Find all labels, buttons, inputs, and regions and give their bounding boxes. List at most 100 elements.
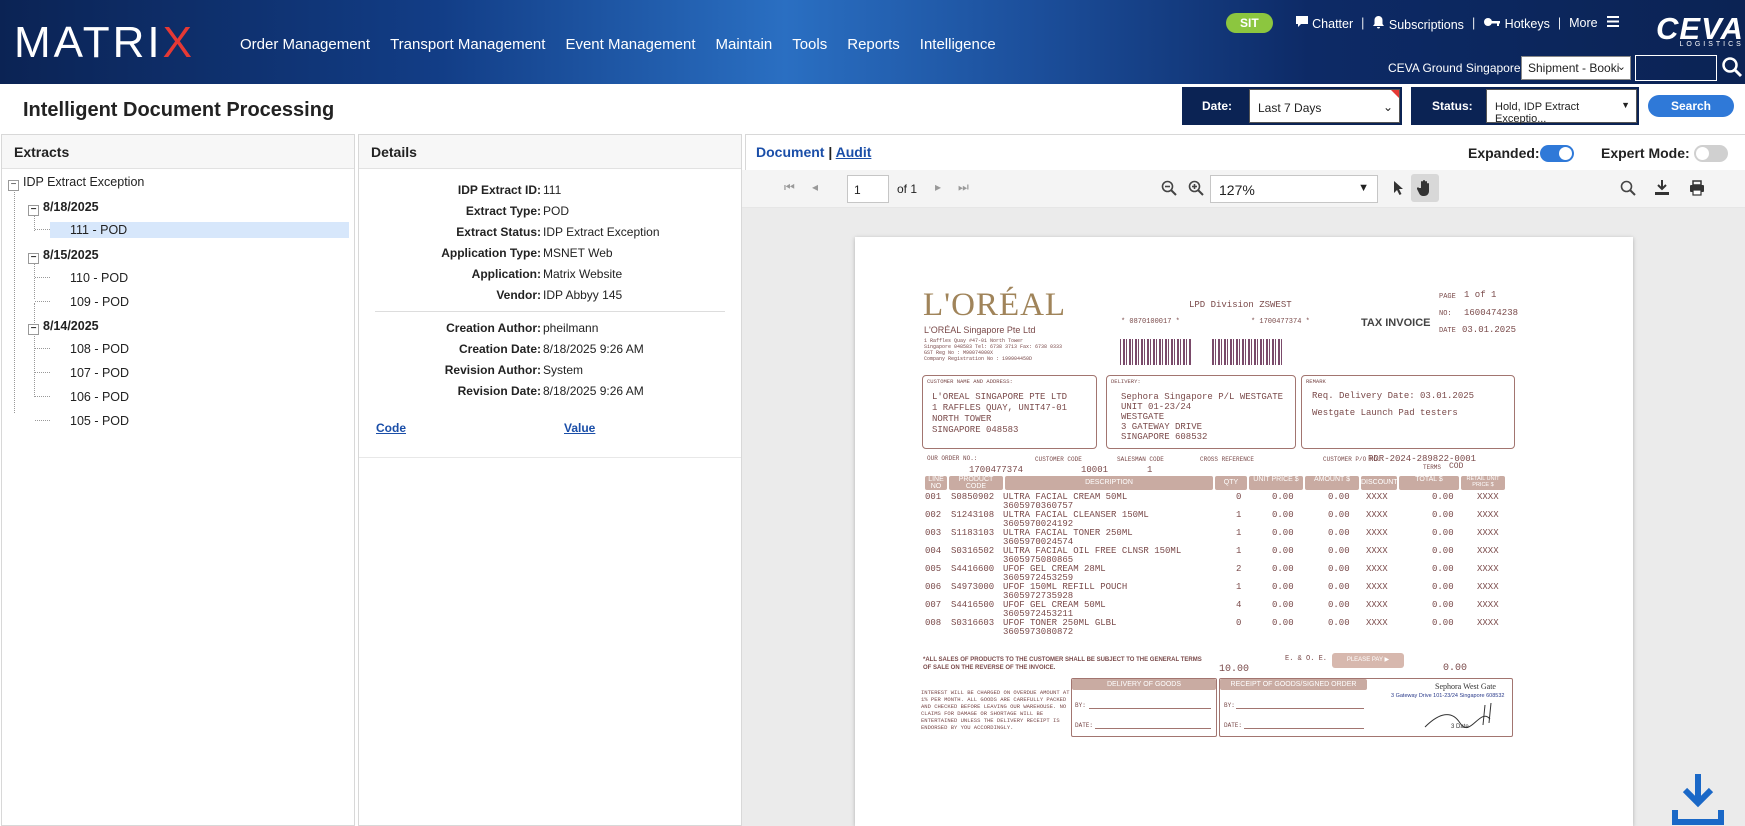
invoice-line-cell: 0.00 <box>1272 582 1294 592</box>
tree-item-109-pod[interactable]: 109 - POD <box>70 295 129 309</box>
prev-page-icon[interactable]: ◂ <box>812 180 818 194</box>
invoice-line-cell: 004 <box>925 546 942 556</box>
tree-item-108-pod[interactable]: 108 - POD <box>70 342 129 356</box>
print-icon[interactable] <box>1689 180 1705 196</box>
collapse-icon[interactable]: − <box>28 253 39 264</box>
download-document-icon[interactable] <box>1671 772 1725 826</box>
terms-note: *ALL SALES OF PRODUCTS TO THE CUSTOMER S… <box>923 657 1202 671</box>
zoom-in-icon[interactable] <box>1188 180 1204 196</box>
tree-group-8-15-2025[interactable]: −8/15/2025 <box>28 248 99 264</box>
tree-item-110-pod[interactable]: 110 - POD <box>70 271 128 285</box>
expanded-label: Expanded: <box>1468 145 1540 161</box>
invoice-line-cell: XXXX <box>1366 618 1388 628</box>
expanded-toggle[interactable] <box>1540 145 1574 162</box>
invoice-line-cell: 1 <box>1236 510 1242 520</box>
tab-document[interactable]: Document <box>756 144 824 160</box>
invoice-line-cell: 0.00 <box>1432 600 1454 610</box>
value-column-header[interactable]: Value <box>564 421 595 435</box>
tree-group-8-18-2025[interactable]: −8/18/2025 <box>28 200 99 216</box>
invoice-line-cell: 006 <box>925 582 942 592</box>
tree-item-107-pod[interactable]: 107 - POD <box>70 366 129 380</box>
zoom-out-icon[interactable] <box>1161 180 1177 196</box>
find-icon[interactable] <box>1620 180 1636 196</box>
field-vendor: Vendor: IDP Abbyy 145 <box>496 288 623 302</box>
header-search-input[interactable] <box>1635 55 1717 81</box>
utility-links: SIT Chatter | Subscriptions | Hotkeys | … <box>1226 13 1620 33</box>
code-column-header[interactable]: Code <box>376 421 406 435</box>
hotkeys-link[interactable]: Hotkeys <box>1483 16 1550 31</box>
extracts-panel: Extracts − IDP Extract Exception −8/18/20… <box>1 134 355 826</box>
last-page-icon[interactable]: ⏭ <box>958 180 969 195</box>
ceva-logo: CEVA LOGISTICS <box>1656 11 1744 48</box>
status-select[interactable]: Hold, IDP Extract Exceptio... ▼ <box>1486 89 1637 125</box>
invoice-line-cell: 0.00 <box>1328 528 1350 538</box>
invoice-line-cell: 0.00 <box>1432 528 1454 538</box>
extracts-title: Extracts <box>2 135 354 169</box>
nav-maintain[interactable]: Maintain <box>716 36 773 53</box>
nav-reports[interactable]: Reports <box>847 36 900 53</box>
invoice-line-cell: S1183103 <box>951 528 995 538</box>
invoice-line-cell: 4 <box>1236 600 1242 610</box>
invoice-line-cell: 0.00 <box>1432 510 1454 520</box>
invoice-line-cell: 003 <box>925 528 942 538</box>
page-count: of 1 <box>897 182 918 196</box>
page-number-input[interactable]: 1 <box>847 175 889 203</box>
chevron-down-icon: ⌄ <box>1382 100 1393 114</box>
subscriptions-link[interactable]: Subscriptions <box>1372 15 1464 32</box>
download-icon[interactable] <box>1654 179 1670 196</box>
invoice-line-cell: 1 <box>1236 546 1242 556</box>
environment-badge: SIT <box>1226 13 1273 33</box>
tree-group-8-14-2025[interactable]: −8/14/2025 <box>28 319 99 335</box>
invoice-line-cell: 0.00 <box>1432 546 1454 556</box>
tree-item-106-pod[interactable]: 106 - POD <box>70 390 129 404</box>
tree-item-105-pod[interactable]: 105 - POD <box>70 414 129 428</box>
invoice-line-cell: S0316603 <box>951 618 995 628</box>
tree-root[interactable]: − IDP Extract Exception <box>8 175 144 191</box>
collapse-icon[interactable]: − <box>8 180 19 191</box>
collapse-icon[interactable]: − <box>28 324 39 335</box>
date-select[interactable]: Last 7 Days ⌄ <box>1249 89 1400 123</box>
page-title: Intelligent Document Processing <box>23 99 335 121</box>
invoice-line-cell: 0.00 <box>1328 600 1350 610</box>
first-page-icon[interactable]: ⏮ <box>784 180 795 195</box>
details-title: Details <box>359 135 741 169</box>
expert-mode-toggle[interactable] <box>1694 145 1728 162</box>
next-page-icon[interactable]: ▸ <box>935 180 941 194</box>
pointer-tool-icon[interactable] <box>1392 180 1406 196</box>
invoice-line-cell: 005 <box>925 564 942 574</box>
invoice-line-cell: XXXX <box>1477 510 1499 520</box>
invoice-line-cell: XXXX <box>1477 618 1499 628</box>
hand-icon <box>1417 180 1429 196</box>
nav-transport-management[interactable]: Transport Management <box>390 36 545 53</box>
invoice-line-cell: 002 <box>925 510 942 520</box>
tree-item-111-pod[interactable]: 111 - POD <box>50 222 349 238</box>
search-type-select[interactable]: Shipment - Booki ⌄ <box>1521 56 1631 80</box>
nav-intelligence[interactable]: Intelligence <box>920 36 996 53</box>
more-menu[interactable]: More <box>1569 16 1620 30</box>
invoice-line-cell: S4973000 <box>951 582 995 592</box>
main-nav: Order Management Transport Management Ev… <box>240 36 996 53</box>
field-extract-status: Extract Status: IDP Extract Exception <box>456 225 660 239</box>
field-revision-date: Revision Date: 8/18/2025 9:26 AM <box>457 384 644 398</box>
collapse-icon[interactable]: − <box>28 205 39 216</box>
invoice-line-cell: XXXX <box>1366 600 1388 610</box>
hand-tool-button[interactable] <box>1411 174 1439 202</box>
invoice-line-cell: 0.00 <box>1432 564 1454 574</box>
invoice-line-cell: S0850902 <box>951 492 995 502</box>
invoice-line-cell: 0.00 <box>1432 582 1454 592</box>
nav-event-management[interactable]: Event Management <box>565 36 695 53</box>
invoice-line-cell: 008 <box>925 618 942 628</box>
invoice-line-cell: 0.00 <box>1272 528 1294 538</box>
search-button[interactable]: Search <box>1648 95 1734 117</box>
nav-order-management[interactable]: Order Management <box>240 36 370 53</box>
nav-tools[interactable]: Tools <box>792 36 827 53</box>
chatter-link[interactable]: Chatter <box>1295 15 1353 31</box>
invoice-line-cell: 0.00 <box>1328 492 1350 502</box>
invoice-line-cell: 3605973080872 <box>1003 627 1074 637</box>
zoom-select[interactable]: 127% ▼ <box>1210 175 1378 203</box>
signature <box>1424 702 1492 729</box>
search-icon[interactable] <box>1721 56 1743 78</box>
matrix-logo[interactable]: MATRIX <box>14 18 195 68</box>
tab-audit[interactable]: Audit <box>836 144 872 160</box>
invoice-line-cell: 0.00 <box>1272 564 1294 574</box>
